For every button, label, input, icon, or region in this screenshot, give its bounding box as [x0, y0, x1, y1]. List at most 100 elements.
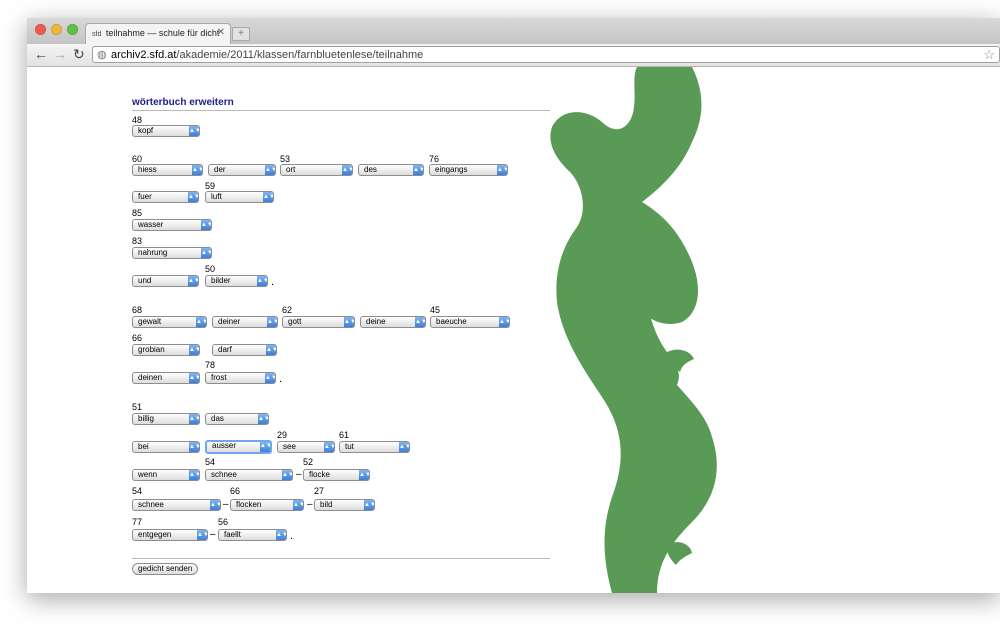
- select-arrow-icon: ▲▼: [276, 530, 287, 540]
- number-label: 52: [303, 457, 314, 467]
- word-select-focused[interactable]: ausser ▲▼: [205, 440, 272, 454]
- word-select[interactable]: gewalt ▲▼: [132, 316, 207, 328]
- new-tab-button[interactable]: +: [232, 27, 250, 41]
- word-select[interactable]: gott ▲▼: [282, 316, 355, 328]
- word-select[interactable]: das ▲▼: [205, 413, 269, 425]
- minimize-window-button[interactable]: [51, 24, 62, 35]
- select-value: der: [214, 165, 226, 174]
- word-select[interactable]: des ▲▼: [358, 164, 424, 176]
- select-value: gott: [288, 317, 302, 326]
- word-select[interactable]: schnee ▲▼: [205, 469, 293, 481]
- number-label: 77: [132, 517, 143, 527]
- bookmark-star-icon[interactable]: ☆: [983, 47, 995, 63]
- bottom-divider: [132, 558, 550, 559]
- select-value: deiner: [218, 317, 241, 326]
- word-select[interactable]: ort ▲▼: [280, 164, 353, 176]
- number-label: 76: [429, 154, 440, 164]
- word-select[interactable]: see ▲▼: [277, 441, 335, 453]
- word-select[interactable]: tut ▲▼: [339, 441, 410, 453]
- select-arrow-icon: ▲▼: [415, 317, 426, 327]
- number-label: 60: [132, 154, 143, 164]
- word-select[interactable]: schnee ▲▼: [132, 499, 221, 511]
- select-value: entgegen: [138, 530, 172, 539]
- select-value: ort: [286, 165, 296, 174]
- word-select[interactable]: und ▲▼: [132, 275, 199, 287]
- number-label: 61: [339, 430, 350, 440]
- hyphen-mark: –: [307, 499, 313, 510]
- select-value: deinen: [138, 373, 163, 382]
- select-arrow-icon: ▲▼: [497, 165, 508, 175]
- word-select[interactable]: bei ▲▼: [132, 441, 200, 453]
- forward-icon[interactable]: →: [53, 46, 67, 62]
- word-select[interactable]: billig ▲▼: [132, 413, 200, 425]
- select-arrow-icon: ▲▼: [265, 165, 276, 175]
- word-select[interactable]: bilder ▲▼: [205, 275, 268, 287]
- number-label: 29: [277, 430, 288, 440]
- section-title: wörterbuch erweitern: [132, 97, 234, 108]
- number-label: 53: [280, 154, 291, 164]
- word-select[interactable]: der ▲▼: [208, 164, 276, 176]
- select-arrow-icon: ▲▼: [265, 373, 276, 383]
- word-select[interactable]: frost ▲▼: [205, 372, 276, 384]
- url-domain: archiv2.sfd.at: [111, 49, 177, 61]
- zoom-window-button[interactable]: [67, 24, 78, 35]
- word-select[interactable]: hiess ▲▼: [132, 164, 203, 176]
- select-arrow-icon: ▲▼: [258, 414, 269, 424]
- word-select[interactable]: wasser ▲▼: [132, 219, 212, 231]
- number-label: 56: [218, 517, 229, 527]
- word-select[interactable]: flocke ▲▼: [303, 469, 370, 481]
- word-select[interactable]: bild ▲▼: [314, 499, 375, 511]
- browser-window: sfd teilnahme — schule für dicht ✕ + ← →…: [27, 18, 1000, 593]
- select-value: faellt: [224, 530, 241, 539]
- number-label: 78: [205, 360, 216, 370]
- word-select[interactable]: darf ▲▼: [212, 344, 277, 356]
- select-arrow-icon: ▲▼: [413, 165, 424, 175]
- select-arrow-icon: ▲▼: [188, 276, 199, 286]
- number-label: 62: [282, 305, 293, 315]
- select-arrow-icon: ▲▼: [189, 442, 200, 452]
- word-select[interactable]: eingangs ▲▼: [429, 164, 508, 176]
- number-label: 83: [132, 236, 143, 246]
- select-arrow-icon: ▲▼: [188, 192, 199, 202]
- tab-teilnahme[interactable]: sfd teilnahme — schule für dicht ✕: [85, 23, 231, 44]
- select-arrow-icon: ▲▼: [344, 317, 355, 327]
- period-mark: .: [290, 530, 294, 542]
- select-arrow-icon: ▲▼: [201, 248, 212, 258]
- number-label: 85: [132, 208, 143, 218]
- word-select[interactable]: deine ▲▼: [360, 316, 426, 328]
- globe-icon: ◍: [97, 49, 107, 61]
- hyphen-mark: –: [223, 499, 229, 510]
- reload-icon[interactable]: ↻: [73, 46, 85, 63]
- word-select[interactable]: kopf ▲▼: [132, 125, 200, 137]
- back-icon[interactable]: ←: [34, 46, 48, 62]
- close-window-button[interactable]: [35, 24, 46, 35]
- word-select[interactable]: grobian ▲▼: [132, 344, 200, 356]
- select-arrow-icon: ▲▼: [293, 500, 304, 510]
- word-select[interactable]: luft ▲▼: [205, 191, 274, 203]
- select-arrow-icon: ▲▼: [399, 442, 410, 452]
- word-select[interactable]: baeuche ▲▼: [430, 316, 510, 328]
- word-select[interactable]: deinen ▲▼: [132, 372, 200, 384]
- select-arrow-icon: ▲▼: [359, 470, 370, 480]
- word-select[interactable]: nahrung ▲▼: [132, 247, 212, 259]
- number-label: 66: [230, 486, 241, 496]
- select-arrow-icon: ▲▼: [201, 220, 212, 230]
- title-divider: [132, 110, 550, 111]
- word-select[interactable]: entgegen ▲▼: [132, 529, 208, 541]
- address-bar[interactable]: ◍ archiv2.sfd.at/akademie/2011/klassen/f…: [92, 46, 1000, 63]
- select-value: deine: [366, 317, 386, 326]
- tab-title: teilnahme — schule für dicht: [105, 28, 220, 38]
- word-select[interactable]: wenn ▲▼: [132, 469, 200, 481]
- word-select[interactable]: deiner ▲▼: [212, 316, 278, 328]
- close-tab-icon[interactable]: ✕: [217, 27, 225, 38]
- number-label: 51: [132, 402, 143, 412]
- select-arrow-icon: ▲▼: [267, 317, 278, 327]
- select-value: grobian: [138, 345, 165, 354]
- select-arrow-icon: ▲▼: [324, 442, 335, 452]
- word-select[interactable]: fuer ▲▼: [132, 191, 199, 203]
- select-value: bei: [138, 442, 149, 451]
- word-select[interactable]: faellt ▲▼: [218, 529, 287, 541]
- send-poem-button[interactable]: gedicht senden: [132, 563, 199, 575]
- figure-hand-lower: [666, 542, 692, 565]
- word-select[interactable]: flocken ▲▼: [230, 499, 304, 511]
